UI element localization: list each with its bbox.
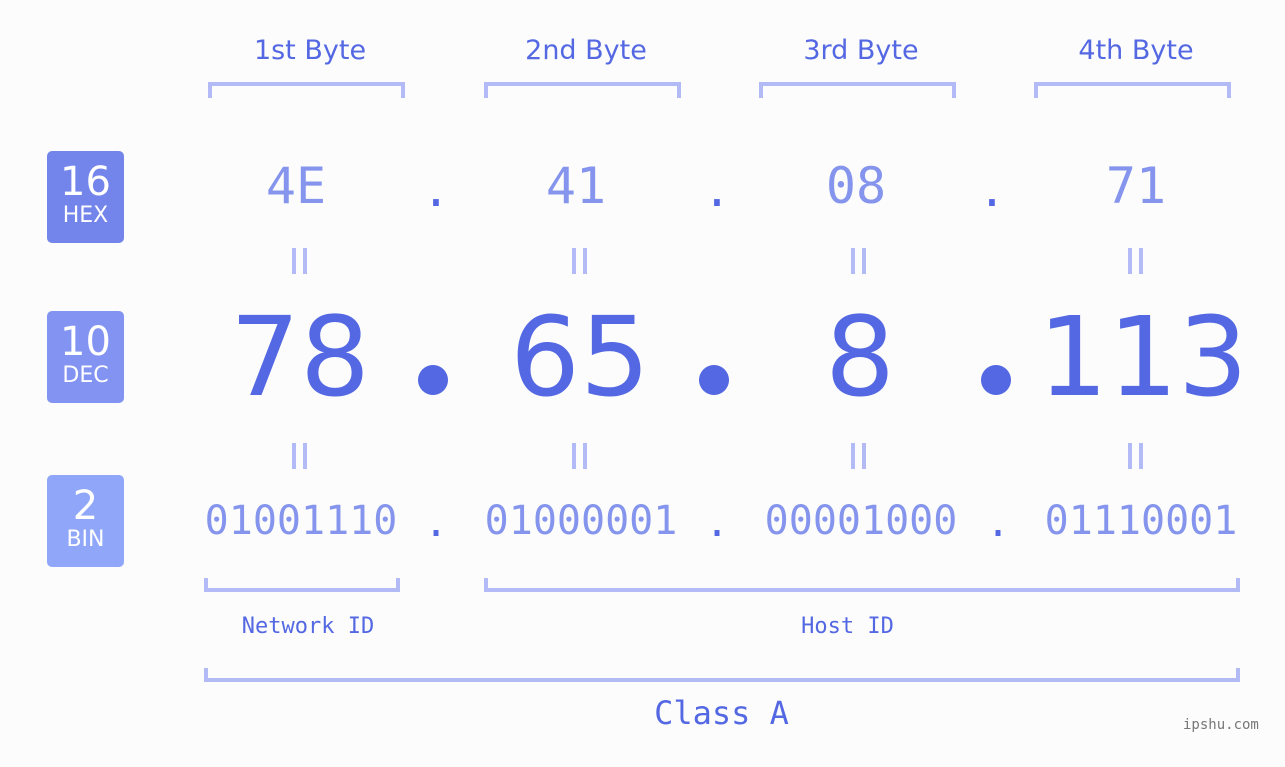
dec-separator-2	[699, 365, 729, 395]
dec-badge-label: DEC	[62, 363, 109, 388]
hex-badge-label: HEX	[62, 203, 109, 228]
hex-separator-3: .	[978, 163, 1006, 217]
hex-value-1: 4E	[265, 157, 327, 215]
byte-bracket-4	[1034, 82, 1231, 98]
byte-bracket-3	[759, 82, 956, 98]
hex-separator-1: .	[422, 163, 450, 217]
bin-value-3: 00001000	[764, 498, 958, 544]
byte-heading-3: 3rd Byte	[803, 35, 919, 66]
hex-separator-2: .	[703, 163, 731, 217]
bin-separator-2: .	[704, 500, 730, 546]
hex-badge: 16 HEX	[47, 151, 124, 243]
bin-badge-number: 2	[72, 483, 99, 529]
byte-heading-1: 1st Byte	[253, 35, 367, 66]
dec-badge-number: 10	[60, 319, 111, 365]
hex-value-2: 41	[545, 157, 607, 215]
bin-badge-label: BIN	[66, 527, 105, 552]
bin-value-4: 01110001	[1044, 498, 1238, 544]
bin-badge: 2 BIN	[47, 475, 124, 567]
dec-value-4: 113	[1038, 293, 1248, 421]
byte-bracket-1	[208, 82, 405, 98]
dec-value-3: 8	[825, 293, 895, 421]
dec-separator-3	[981, 365, 1011, 395]
bin-separator-3: .	[985, 500, 1011, 546]
class-label: Class A	[654, 694, 789, 732]
class-bracket	[204, 668, 1240, 682]
dec-value-2: 65	[510, 293, 650, 421]
watermark: ipshu.com	[1183, 717, 1259, 733]
dec-badge: 10 DEC	[47, 311, 124, 403]
hex-badge-number: 16	[60, 159, 111, 205]
byte-bracket-2	[484, 82, 681, 98]
byte-heading-4: 4th Byte	[1078, 35, 1194, 66]
network-id-bracket	[204, 578, 400, 592]
byte-heading-2: 2nd Byte	[525, 35, 647, 66]
bin-separator-1: .	[423, 500, 449, 546]
bin-value-1: 01001110	[204, 498, 398, 544]
host-id-bracket	[484, 578, 1240, 592]
dec-value-1: 78	[230, 293, 370, 421]
bin-value-2: 01000001	[484, 498, 678, 544]
hex-value-4: 71	[1105, 157, 1167, 215]
host-id-label: Host ID	[801, 614, 894, 639]
network-id-label: Network ID	[241, 614, 375, 639]
hex-value-3: 08	[825, 157, 887, 215]
dec-separator-1	[418, 365, 448, 395]
